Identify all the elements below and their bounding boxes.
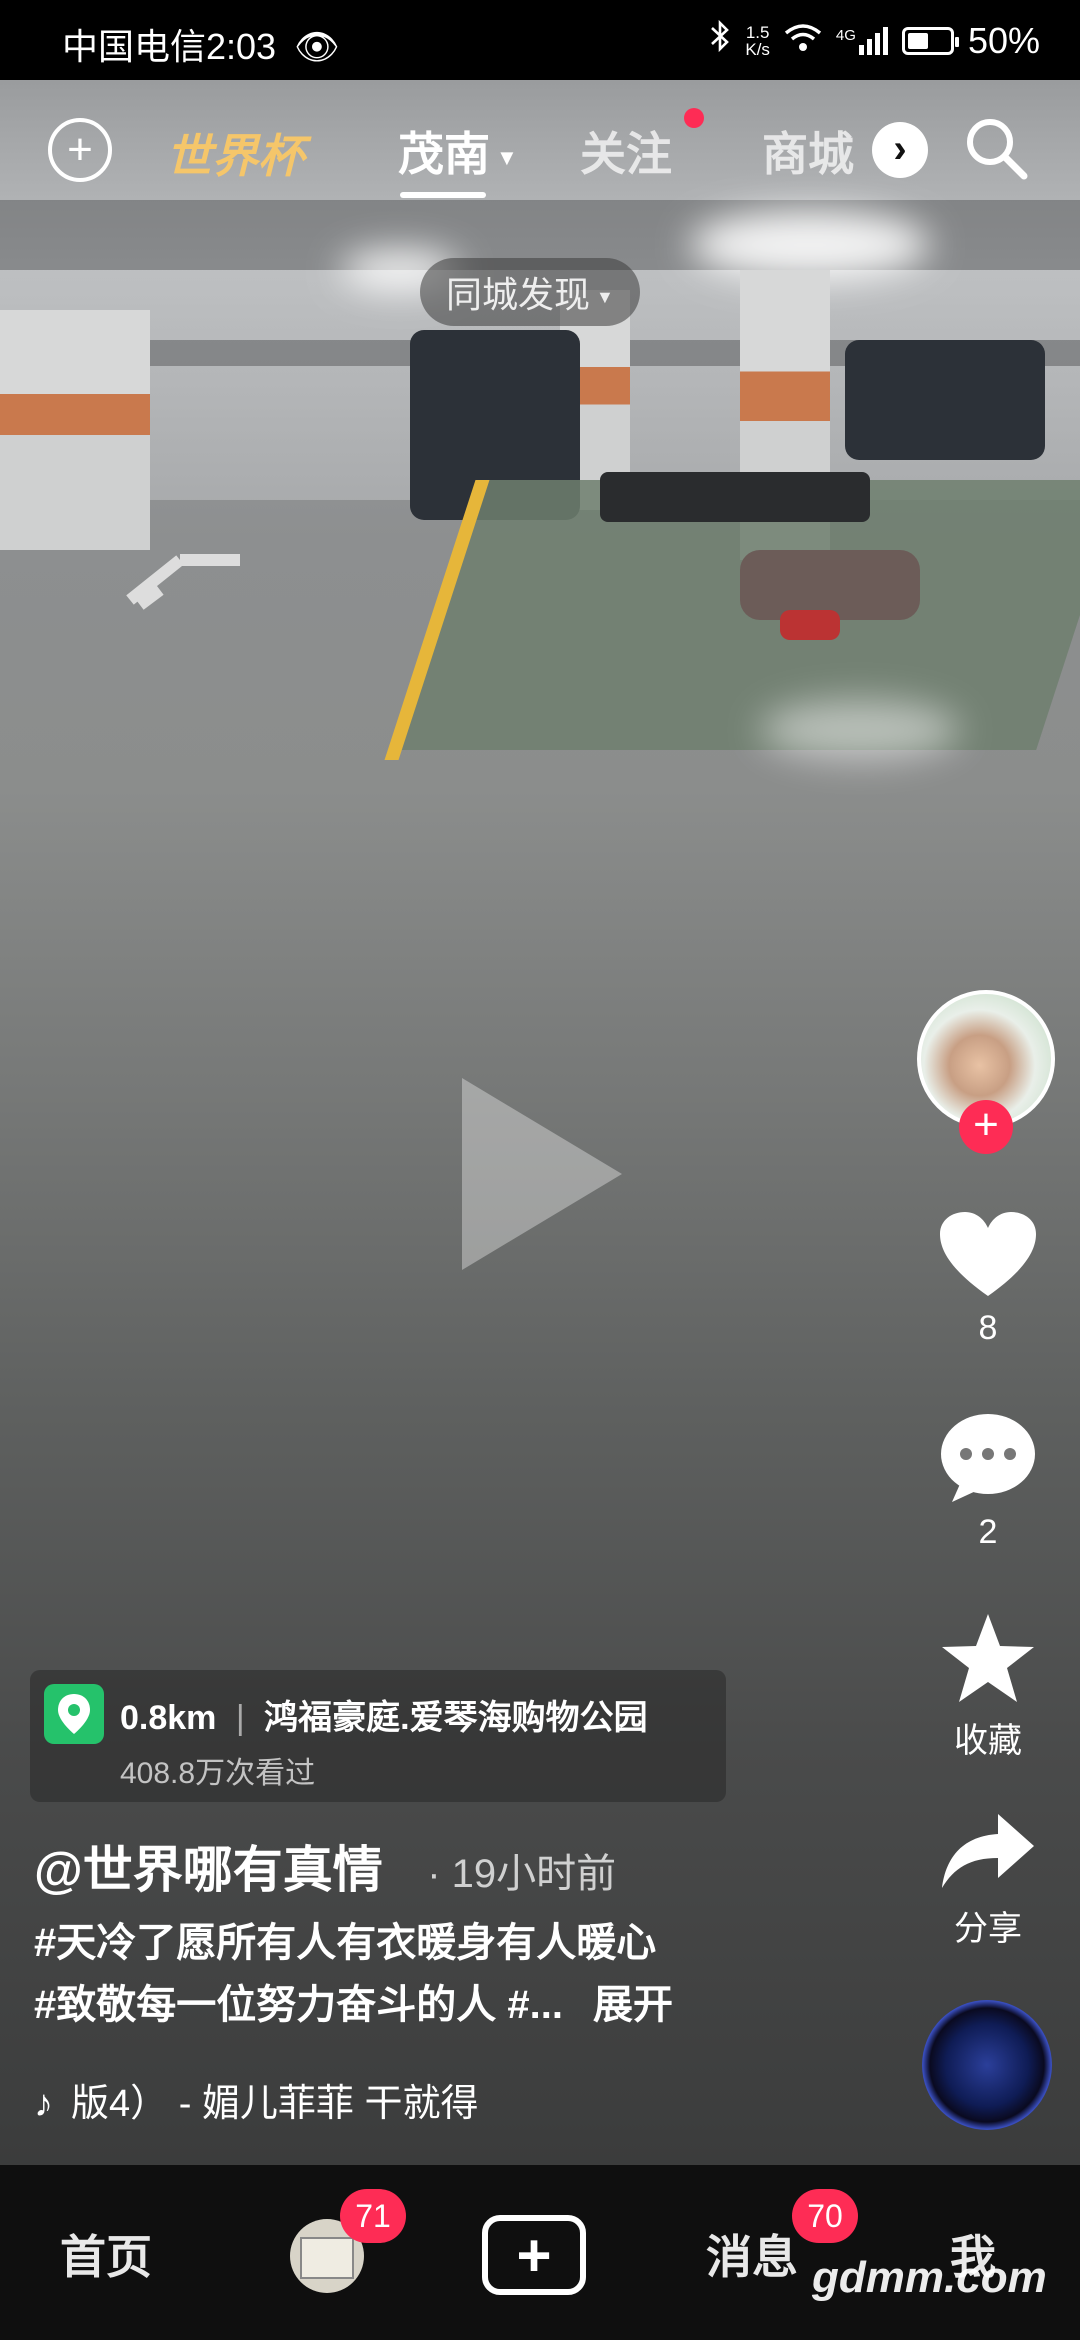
plus-icon: + — [973, 1100, 999, 1149]
battery-percent: 50% — [967, 19, 1040, 61]
city-discover-dropdown[interactable]: 同城发现 ▼ — [420, 258, 640, 326]
wifi-icon — [784, 20, 822, 62]
chevron-right-icon: › — [893, 127, 907, 171]
net-speed: 1.5 K/s — [745, 24, 770, 58]
blanket-pile — [600, 472, 870, 522]
caret-down-icon: ▼ — [596, 286, 614, 307]
location-views: 408.8万次看过 — [120, 1757, 316, 1790]
favorite-button[interactable]: 收藏 — [928, 1612, 1048, 1762]
signal-label: 4G — [835, 26, 856, 44]
bottom-nav: 首页 71 + 消息 70 我 gdmm.com — [0, 2165, 1080, 2340]
notification-dot — [684, 108, 704, 128]
star-icon — [942, 1614, 1034, 1702]
plus-icon: + — [67, 125, 93, 174]
tab-mall-label: 商城 — [762, 128, 854, 180]
location-pin-icon — [44, 1684, 104, 1744]
separator: | — [235, 1699, 245, 1737]
comment-button[interactable]: 2 — [928, 1412, 1048, 1552]
carrier-time-text: 中国电信2:03 — [62, 26, 277, 67]
tab-local[interactable]: 茂南 ▼ — [398, 118, 518, 184]
status-carrier-time: 中国电信2:03 👁 — [62, 18, 340, 70]
red-bag — [780, 610, 840, 640]
active-tab-indicator — [400, 192, 486, 198]
city-discover-label: 同城发现 — [446, 274, 591, 315]
search-icon — [967, 119, 1028, 180]
favorite-label: 收藏 — [954, 1722, 1022, 1760]
create-button[interactable]: + — [482, 2215, 586, 2295]
add-circle-button[interactable]: + — [48, 118, 112, 182]
battery-icon — [901, 26, 959, 55]
music-title: 版4） - 媚儿菲菲 干就得 — [71, 2083, 479, 2125]
caret-down-icon: ▼ — [496, 144, 518, 170]
comment-icon — [941, 1414, 1035, 1502]
like-button[interactable]: 8 — [928, 1210, 1048, 1348]
location-line: 0.8km | 鸿福豪庭.爱琴海购物公园 — [120, 1690, 648, 1739]
location-card[interactable]: 0.8km | 鸿福豪庭.爱琴海购物公园 408.8万次看过 — [30, 1670, 726, 1802]
tab-mall[interactable]: 商城 — [762, 118, 854, 184]
follow-button[interactable]: + — [959, 1100, 1013, 1154]
friends-thumbnail — [300, 2237, 354, 2279]
share-label: 分享 — [954, 1910, 1022, 1948]
share-button[interactable]: 分享 — [928, 1812, 1048, 1950]
caption-line-2[interactable]: #致敬每一位努力奋斗的人 #... — [34, 1983, 563, 2027]
world-cup-tab[interactable]: 世界杯 — [166, 120, 304, 186]
world-cup-label: 世界杯 — [166, 130, 304, 182]
author-row: @世界哪有真情 · 19小时前 — [34, 1830, 616, 1902]
comment-count: 2 — [978, 1513, 998, 1551]
eye-icon: 👁 — [294, 26, 340, 67]
tab-local-label: 茂南 — [398, 128, 490, 180]
floor-reflection — [760, 700, 960, 760]
caption-line-1[interactable]: #天冷了愿所有人有衣暖身有人暖心 — [34, 1912, 794, 1974]
parked-car — [845, 340, 1045, 460]
status-bar: 中国电信2:03 👁 1.5 K/s 4G 50% — [0, 0, 1080, 80]
top-nav: + 世界杯 茂南 ▼ 关注 商城 › — [0, 100, 1080, 210]
cell-signal-icon: 4G — [835, 26, 888, 55]
share-icon — [942, 1814, 1034, 1888]
tab-following-label: 关注 — [580, 128, 672, 180]
like-count: 8 — [978, 1309, 998, 1347]
nav-messages[interactable]: 消息 — [706, 2221, 798, 2287]
play-icon[interactable] — [462, 1078, 622, 1270]
road-arrow — [120, 550, 250, 610]
pillar — [0, 310, 150, 550]
watermark: gdmm.com — [812, 2253, 1047, 2302]
battery-fill — [907, 32, 928, 49]
caption: #天冷了愿所有人有衣暖身有人暖心 #致敬每一位努力奋斗的人 #... 展开 — [34, 1912, 794, 2036]
location-distance: 0.8km — [120, 1699, 217, 1737]
location-name: 鸿福豪庭.爱琴海购物公园 — [264, 1699, 648, 1737]
music-note-icon: ♪ — [34, 2083, 53, 2125]
bluetooth-icon — [709, 18, 731, 63]
expand-button[interactable]: 展开 — [593, 1983, 673, 2027]
music-disc[interactable] — [922, 2000, 1052, 2130]
more-tabs-button[interactable]: › — [872, 122, 928, 178]
plus-icon: + — [516, 2221, 552, 2289]
heart-icon — [940, 1212, 1036, 1296]
status-icons: 1.5 K/s 4G 50% — [709, 18, 1040, 63]
post-time: · 19小时前 — [427, 1852, 617, 1896]
messages-badge: 70 — [792, 2189, 858, 2243]
nav-home[interactable]: 首页 — [60, 2221, 152, 2287]
search-button[interactable] — [962, 114, 1030, 187]
net-speed-unit: K/s — [745, 39, 770, 59]
author-name[interactable]: @世界哪有真情 — [34, 1842, 383, 1898]
music-row[interactable]: ♪ 版4） - 媚儿菲菲 干就得 — [34, 2072, 478, 2127]
friends-badge: 71 — [340, 2189, 406, 2243]
tab-following[interactable]: 关注 — [580, 118, 672, 184]
